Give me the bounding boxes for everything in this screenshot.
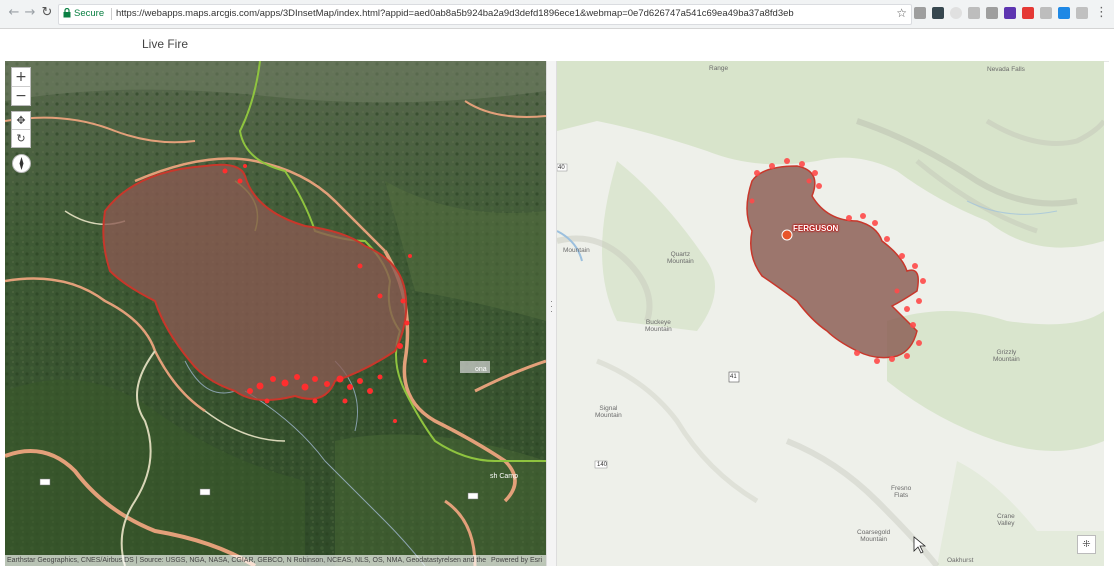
rotate-icon[interactable]: ↻ bbox=[12, 130, 30, 147]
forward-arrow-icon[interactable]: → bbox=[22, 5, 38, 21]
scene-terrain bbox=[5, 61, 546, 566]
camera-extension-icon[interactable] bbox=[914, 7, 926, 19]
fire-name-label[interactable]: FERGUSON bbox=[793, 224, 838, 233]
compass-needle-icon bbox=[19, 157, 24, 170]
grizzly-mountain-label: Grizzly Mountain bbox=[993, 349, 1020, 363]
pane-splitter[interactable]: · · · bbox=[546, 61, 557, 566]
range-label: Range bbox=[709, 65, 729, 72]
coarsegold-label: Coarsegold Mountain bbox=[857, 529, 891, 543]
route-41-label: 41 bbox=[730, 374, 737, 380]
attribution-bar: Earthstar Geographics, CNES/Airbus DS | … bbox=[5, 555, 546, 566]
map-view[interactable]: FERGUSON Range Nevada Falls Mountain Qua… bbox=[557, 61, 1104, 566]
zoom-in-button[interactable]: + bbox=[12, 68, 30, 87]
scene-view[interactable]: ona sh Camp + − ✥ ↻ Earthstar Geographic… bbox=[5, 61, 546, 566]
zoom-out-button[interactable]: − bbox=[12, 87, 30, 105]
crane-valley-label: Crane Valley bbox=[997, 513, 1015, 527]
pan-icon[interactable]: ✥ bbox=[12, 112, 30, 130]
zoom-control: + − bbox=[11, 67, 31, 106]
app-title: Live Fire bbox=[142, 37, 189, 51]
route-140-label: 140 bbox=[597, 462, 608, 468]
extension-icon[interactable] bbox=[986, 7, 998, 19]
secure-label: Secure bbox=[74, 8, 105, 19]
app-header: Live Fire bbox=[5, 29, 1109, 62]
navigation-toggle: ✥ ↻ bbox=[11, 111, 31, 148]
town-label: ona bbox=[475, 366, 487, 373]
url-text: https://webapps.maps.arcgis.com/apps/3DI… bbox=[116, 8, 794, 19]
peak-label: Nevada Falls bbox=[987, 66, 1025, 73]
extension-icon[interactable] bbox=[1058, 7, 1070, 19]
fresno-flats-label: Fresno Flats bbox=[891, 485, 912, 499]
oakhurst-label: Oakhurst bbox=[947, 557, 974, 564]
address-separator bbox=[111, 8, 112, 20]
compass-icon[interactable] bbox=[12, 154, 31, 173]
lock-icon bbox=[63, 8, 71, 18]
extension-icon[interactable] bbox=[968, 7, 980, 19]
quartz-mountain-label: Quartz Mountain bbox=[667, 251, 694, 265]
mountain-label: Mountain bbox=[563, 247, 590, 254]
basemap-gallery-icon[interactable]: ⁜ bbox=[1077, 535, 1096, 554]
signal-mountain-label: Signal Mountain bbox=[595, 405, 622, 419]
browser-menu-icon[interactable]: ⋮ bbox=[1095, 5, 1108, 20]
address-bar[interactable]: Secure https://webapps.maps.arcgis.com/a… bbox=[58, 4, 912, 25]
route-40-label: 40 bbox=[558, 165, 565, 171]
extension-icon[interactable] bbox=[1040, 7, 1052, 19]
reload-icon[interactable]: ↻ bbox=[39, 5, 55, 21]
extension-icon[interactable] bbox=[950, 7, 962, 19]
buckeye-mountain-label: Buckeye Mountain bbox=[645, 319, 672, 333]
extension-icon[interactable] bbox=[932, 7, 944, 19]
attribution-text: Earthstar Geographics, CNES/Airbus DS | … bbox=[7, 557, 487, 564]
bookmark-star-icon[interactable]: ☆ bbox=[896, 6, 907, 20]
extension-icon[interactable] bbox=[1022, 7, 1034, 19]
topographic-basemap bbox=[557, 61, 1104, 566]
extension-icon[interactable] bbox=[1076, 7, 1088, 19]
browser-toolbar: ← → ↻ Secure https://webapps.maps.arcgis… bbox=[0, 0, 1114, 29]
back-arrow-icon[interactable]: ← bbox=[6, 5, 22, 21]
extension-icon[interactable] bbox=[1004, 7, 1016, 19]
powered-by-text[interactable]: Powered by Esri bbox=[491, 555, 542, 566]
place-label: sh Camp bbox=[490, 473, 519, 480]
